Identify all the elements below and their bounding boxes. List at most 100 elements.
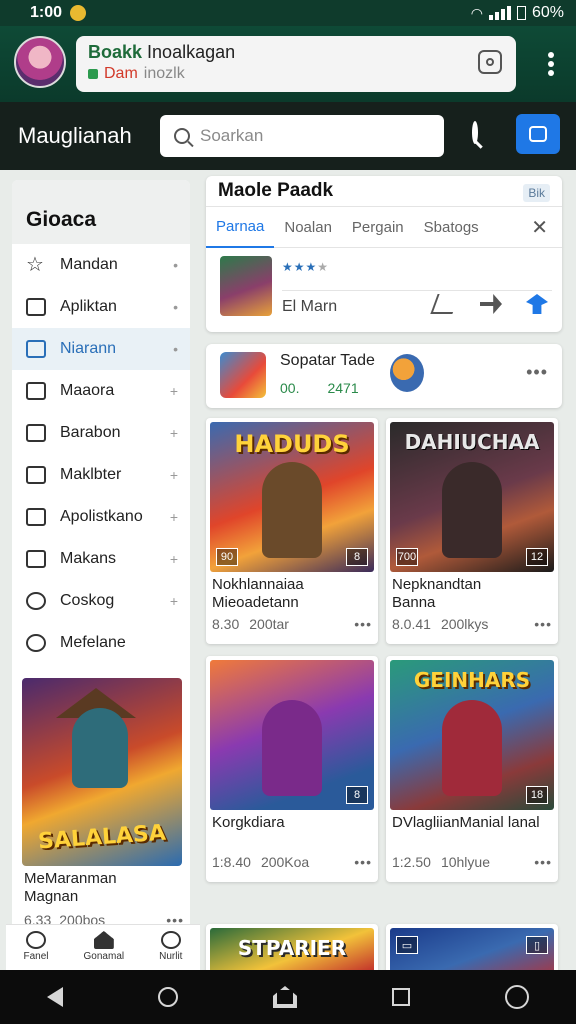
cast-icon bbox=[529, 126, 547, 142]
sidebar-item-makans[interactable]: Makans + bbox=[12, 538, 190, 580]
character-figure bbox=[262, 462, 322, 558]
search-icon bbox=[174, 128, 190, 144]
tab-sbatogs[interactable]: Sbatogs bbox=[414, 206, 489, 248]
character-figure bbox=[262, 700, 322, 796]
cast-button[interactable] bbox=[516, 114, 560, 154]
signal-icon bbox=[488, 6, 511, 20]
share-icon[interactable] bbox=[430, 294, 460, 314]
pin-icon[interactable] bbox=[526, 294, 548, 314]
tab-noalan[interactable]: Noalan bbox=[274, 206, 342, 248]
expand-icon[interactable]: + bbox=[170, 383, 178, 399]
download-icon[interactable] bbox=[480, 294, 502, 314]
tab-profile[interactable]: Fanel bbox=[24, 925, 49, 972]
sidebar-item-barabon[interactable]: Barabon + bbox=[12, 412, 190, 454]
house-icon bbox=[26, 508, 46, 526]
search-box[interactable] bbox=[160, 115, 444, 157]
character-figure bbox=[442, 462, 502, 558]
main-panel-badge[interactable]: Bik bbox=[523, 184, 550, 202]
sidebar-item-apliktan[interactable]: Apliktan • bbox=[12, 286, 190, 328]
more-icon[interactable]: ••• bbox=[526, 362, 548, 383]
tab-parnaa[interactable]: Parnaa bbox=[206, 206, 275, 248]
sidebar-item-niarann[interactable]: Niarann • bbox=[12, 328, 190, 370]
more-menu-icon[interactable] bbox=[548, 52, 554, 76]
rating-stars: ★★★★ bbox=[282, 260, 330, 274]
camera-icon[interactable] bbox=[478, 50, 502, 74]
tab-pergain[interactable]: Pergain bbox=[342, 206, 414, 248]
game-card[interactable]: 8 Korgkdiara 1:8.40 200Koa ••• bbox=[206, 656, 378, 882]
more-icon[interactable]: ••• bbox=[354, 854, 372, 870]
divider bbox=[282, 290, 552, 291]
search-icon[interactable] bbox=[158, 987, 179, 1007]
badge-right: 8 bbox=[346, 548, 368, 566]
expand-icon[interactable]: • bbox=[173, 341, 178, 357]
main-panel-title: Maole Paadk bbox=[218, 180, 334, 201]
game-art-title: GEINHARS bbox=[413, 668, 531, 692]
sidebar-item-maklbter[interactable]: Maklbter + bbox=[12, 454, 190, 496]
more-icon[interactable]: ••• bbox=[354, 616, 372, 632]
game-card[interactable]: DAHIUCHAA 700 12 Nepknandtan Banna 8.0.4… bbox=[386, 418, 558, 644]
clock-icon[interactable] bbox=[504, 985, 529, 1009]
face-icon bbox=[26, 382, 46, 400]
coin-icon bbox=[26, 592, 46, 610]
wifi-icon: ◠ bbox=[470, 4, 483, 21]
game-card[interactable]: HADUDS 90 8 Nokhlannaiaa Mieoadetann 8.3… bbox=[206, 418, 378, 644]
character-figure bbox=[72, 708, 128, 788]
more-icon[interactable]: ••• bbox=[534, 854, 552, 870]
expand-icon[interactable]: + bbox=[170, 425, 178, 441]
promo-card[interactable]: Sopatar Tade 00. 2471 ••• bbox=[206, 344, 562, 408]
sidebar-item-apolistkano[interactable]: Apolistkano + bbox=[12, 496, 190, 538]
home-icon[interactable] bbox=[272, 986, 297, 1008]
sidebar-item-label: Maaora bbox=[60, 382, 115, 399]
system-nav-bar bbox=[0, 970, 576, 1024]
star-icon: ☆ bbox=[26, 254, 44, 276]
recent-apps-icon[interactable] bbox=[391, 988, 410, 1006]
tab-home[interactable]: Gonamal bbox=[84, 925, 124, 972]
sidebar-item-coskog[interactable]: Coskog + bbox=[12, 580, 190, 622]
feature-card-title[interactable]: MeMaranman Magnan bbox=[24, 870, 117, 906]
notification-icon bbox=[70, 5, 87, 21]
sidebar-feature-card-art[interactable]: SALALASA bbox=[22, 678, 182, 866]
game-card-title: Nokhlannaiaa Mieoadetann bbox=[212, 576, 304, 611]
battery-icon bbox=[516, 6, 526, 20]
sidebar-item-mandan[interactable]: ☆ Mandan • bbox=[12, 244, 190, 286]
search-button[interactable] bbox=[472, 121, 498, 150]
sidebar-item-label: Coskog bbox=[60, 592, 115, 609]
notification-title: Boakk Inoalkagan bbox=[88, 42, 236, 62]
notification-card[interactable]: Boakk Inoalkagan Dam inozlk bbox=[76, 36, 516, 92]
game-card-title: Nepknandtan Banna bbox=[392, 576, 482, 611]
expand-icon[interactable]: + bbox=[170, 509, 178, 525]
game-art-title: DAHIUCHAA bbox=[404, 430, 540, 454]
sidebar-item-label: Maklbter bbox=[60, 466, 122, 483]
expand-icon[interactable]: • bbox=[173, 299, 178, 315]
app-name: El Marn bbox=[282, 298, 338, 315]
sidebar-item-label: Mefelane bbox=[60, 634, 126, 651]
badge-right: 8 bbox=[346, 786, 368, 804]
game-card-title: Korgkdiara bbox=[212, 814, 285, 831]
app-thumbnail[interactable] bbox=[220, 256, 272, 316]
expand-icon[interactable]: • bbox=[173, 257, 178, 273]
sidebar-item-mefelane[interactable]: Mefelane bbox=[12, 622, 190, 664]
game-card-meta: 8.30 200tar ••• bbox=[212, 616, 372, 632]
main-tabs: Parnaa Noalan Pergain Sbatogs ✕ bbox=[206, 206, 562, 248]
tv-icon bbox=[26, 466, 46, 484]
close-icon[interactable]: ✕ bbox=[531, 215, 548, 240]
search-input[interactable] bbox=[200, 126, 420, 146]
sidebar-item-label: Apliktan bbox=[60, 298, 117, 315]
tab-settings[interactable]: Nurlit bbox=[159, 925, 182, 972]
more-icon[interactable]: ••• bbox=[534, 616, 552, 632]
door-icon bbox=[26, 424, 46, 442]
expand-icon[interactable]: + bbox=[170, 467, 178, 483]
expand-icon[interactable]: + bbox=[170, 593, 178, 609]
sidebar-title: Gioaca bbox=[12, 180, 190, 244]
game-card-meta: 8.0.41 200lkys ••• bbox=[392, 616, 552, 632]
sidebar-item-label: Mandan bbox=[60, 256, 118, 273]
game-card[interactable]: GEINHARS 18 DVlagliianManial lanal 1:2.5… bbox=[386, 656, 558, 882]
app-title: Mauglianah bbox=[18, 123, 132, 148]
folder-icon bbox=[26, 550, 46, 568]
sidebar-item-maaora[interactable]: Maaora + bbox=[12, 370, 190, 412]
main-panel: Maole Paadk Bik Parnaa Noalan Pergain Sb… bbox=[206, 176, 562, 332]
game-art-title: STPARIER bbox=[237, 936, 347, 960]
avatar[interactable] bbox=[14, 36, 66, 88]
back-icon[interactable] bbox=[47, 987, 64, 1007]
expand-icon[interactable]: + bbox=[170, 551, 178, 567]
